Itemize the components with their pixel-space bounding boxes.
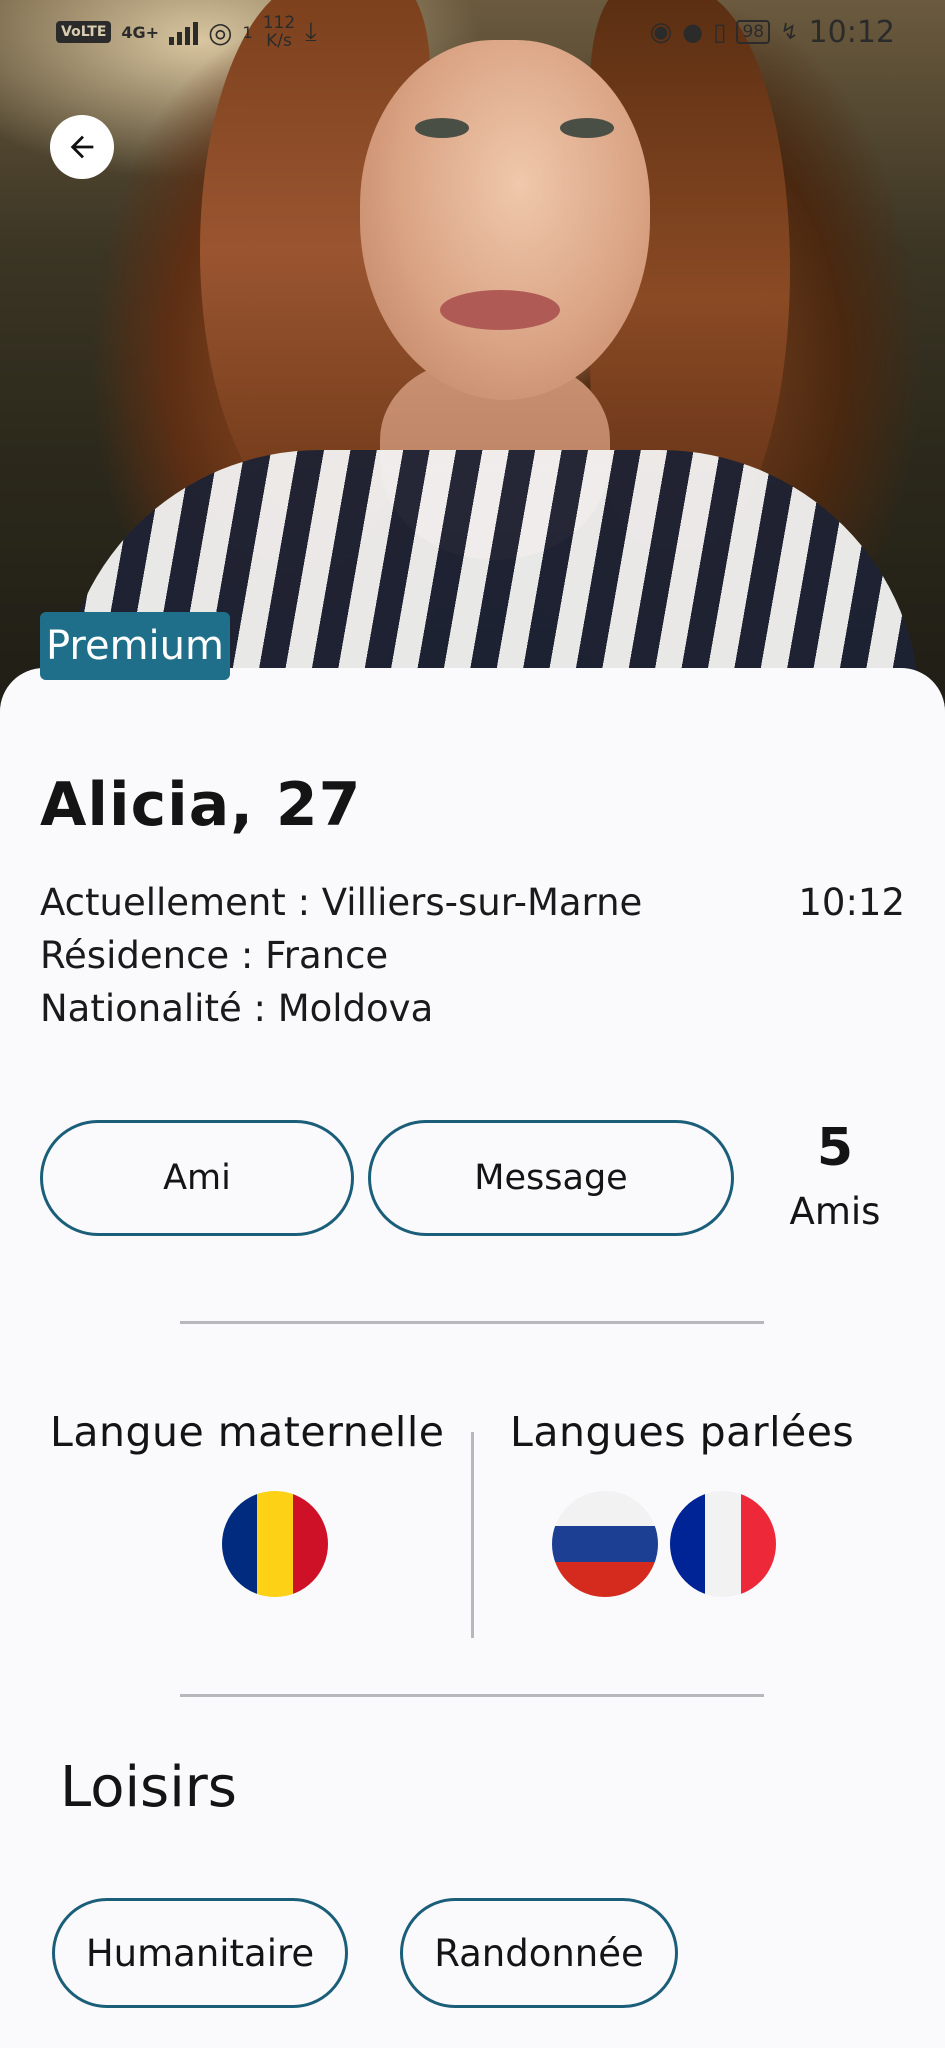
status-bar-left: VoLTE 4G+ ◎ 1 112 K/s ⤓ [56, 14, 317, 50]
romania-flag-icon [222, 1491, 328, 1597]
friends-label[interactable]: Amis [760, 1190, 910, 1233]
flag-stripe [705, 1491, 741, 1597]
battery-icon: 98 [736, 20, 771, 44]
native-language-title: Langue maternelle [50, 1408, 445, 1456]
spoken-languages-title: Langues parlées [510, 1408, 855, 1456]
profile-details: Actuellement : Villiers-sur-Marne Réside… [40, 876, 642, 1035]
volte-icon: VoLTE [56, 21, 112, 43]
photo-lips [440, 290, 560, 330]
add-friend-button[interactable]: Ami [40, 1120, 354, 1236]
hobbies-title: Loisirs [60, 1755, 237, 1820]
divider [180, 1321, 764, 1324]
eye-icon: ◉ [649, 17, 673, 47]
local-time: 10:12 [798, 881, 905, 924]
battery-level: 98 [742, 22, 765, 42]
back-button[interactable] [50, 115, 114, 179]
signal-icon [169, 19, 199, 45]
russia-flag-icon [552, 1491, 658, 1597]
speed-value: 112 [262, 13, 296, 33]
friends-count[interactable]: 5 [760, 1118, 910, 1178]
charging-icon: ↯ [780, 19, 799, 45]
hotspot-icon: ◎ [208, 15, 233, 49]
network-speed: 112 K/s [263, 14, 295, 50]
hobby-tag[interactable]: Humanitaire [52, 1898, 348, 2008]
speed-unit: K/s [266, 31, 292, 51]
photo-eye-right [560, 118, 614, 138]
message-label: Message [474, 1158, 628, 1198]
network-type: 4G+ [121, 22, 160, 42]
photo-face [360, 40, 650, 400]
premium-badge: Premium [40, 612, 230, 680]
vibrate-icon: ▯ [713, 18, 727, 46]
residence: Résidence : France [40, 934, 389, 977]
france-flag-icon [670, 1491, 776, 1597]
hobby-tag[interactable]: Randonnée [400, 1898, 678, 2008]
status-bar-right: ◉ ● ▯ 98 ↯ 10:12 [650, 15, 895, 50]
status-time: 10:12 [808, 14, 895, 50]
flag-stripe [552, 1526, 658, 1562]
arrow-left-icon [70, 135, 94, 159]
add-friend-label: Ami [163, 1158, 231, 1198]
message-button[interactable]: Message [368, 1120, 734, 1236]
flag-stripe [257, 1491, 293, 1597]
nationality: Nationalité : Moldova [40, 987, 434, 1030]
current-location: Actuellement : Villiers-sur-Marne [40, 881, 643, 924]
profile-card [0, 668, 945, 2048]
hobby-label: Humanitaire [85, 1931, 315, 1975]
download-icon: ⤓ [305, 16, 317, 47]
hotspot-count: 1 [242, 22, 253, 42]
status-bar: VoLTE 4G+ ◎ 1 112 K/s ⤓ ◉ ● ▯ 98 ↯ 10:12 [0, 0, 945, 64]
divider [180, 1694, 764, 1697]
hobby-label: Randonnée [434, 1931, 644, 1975]
photo-eye-left [415, 118, 469, 138]
location-icon: ● [682, 18, 704, 46]
vertical-divider [471, 1432, 474, 1638]
profile-name: Alicia, 27 [40, 770, 362, 840]
